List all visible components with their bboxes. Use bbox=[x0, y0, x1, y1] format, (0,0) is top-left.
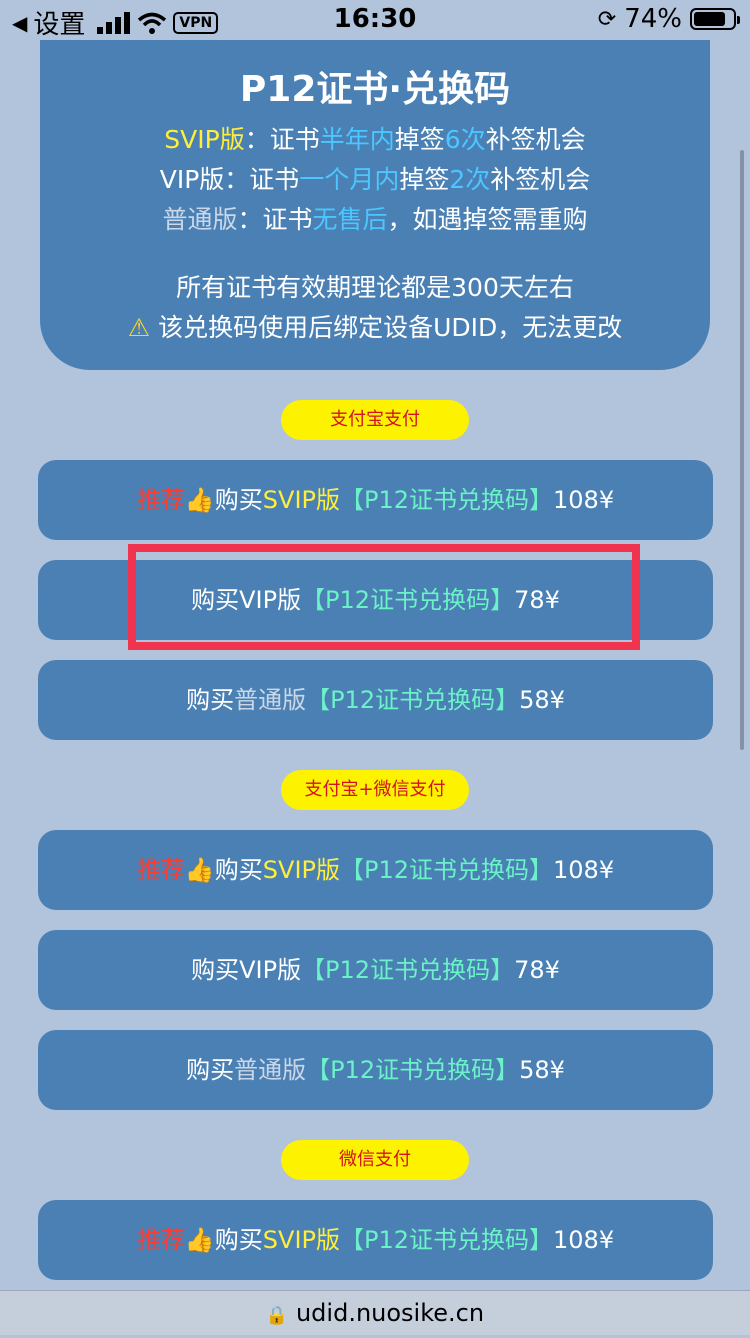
combo-buy-normal-button[interactable]: 购买普通版【P12证书兑换码】58¥ bbox=[38, 1030, 713, 1110]
url-text: udid.nuosike.cn bbox=[295, 1299, 485, 1327]
alipay-buy-normal-button[interactable]: 购买普通版【P12证书兑换码】58¥ bbox=[38, 660, 713, 740]
wechat-buy-svip-button[interactable]: 推荐👍购买SVIP版【P12证书兑换码】108¥ bbox=[38, 1200, 713, 1280]
combo-buy-svip-button[interactable]: 推荐👍购买SVIP版【P12证书兑换码】108¥ bbox=[38, 830, 713, 910]
thumbs-up-icon: 👍 bbox=[184, 486, 215, 514]
status-bar: ◀ 设置 VPN 16:30 ⟳ 74% bbox=[0, 0, 750, 40]
warning-icon: ⚠ bbox=[127, 313, 151, 342]
normal-info-line: 普通版：证书无售后，如遇掉签需重购 bbox=[162, 205, 588, 234]
battery-percent: 74% bbox=[624, 4, 682, 34]
section-label-wechat: 微信支付 bbox=[281, 1140, 469, 1180]
url-bar[interactable]: 🔒 udid.nuosike.cn bbox=[0, 1290, 750, 1335]
page-title: P12证书·兑换码 bbox=[239, 69, 511, 110]
warning-line: ⚠ 该兑换码使用后绑定设备UDID，无法更改 bbox=[127, 313, 623, 342]
section-label-alipay-wechat: 支付宝+微信支付 bbox=[281, 770, 469, 810]
thumbs-up-icon: 👍 bbox=[184, 856, 215, 884]
combo-buy-vip-button[interactable]: 购买VIP版【P12证书兑换码】78¥ bbox=[38, 930, 713, 1010]
section-label-alipay: 支付宝支付 bbox=[281, 400, 469, 440]
svip-info-line: SVIP版：证书半年内掉签6次补签机会 bbox=[164, 125, 586, 154]
scrollbar[interactable] bbox=[740, 150, 744, 750]
battery-icon bbox=[690, 8, 740, 30]
rotation-lock-icon: ⟳ bbox=[597, 6, 617, 32]
vip-info-line: VIP版：证书一个月内掉签2次补签机会 bbox=[159, 165, 591, 194]
thumbs-up-icon: 👍 bbox=[184, 1226, 215, 1254]
lock-icon: 🔒 bbox=[265, 1305, 289, 1326]
info-card: P12证书·兑换码 SVIP版：证书半年内掉签6次补签机会 VIP版：证书一个月… bbox=[40, 40, 710, 370]
highlight-box bbox=[128, 544, 640, 650]
validity-note: 所有证书有效期理论都是300天左右 bbox=[176, 273, 574, 302]
alipay-buy-svip-button[interactable]: 推荐👍购买SVIP版【P12证书兑换码】108¥ bbox=[38, 460, 713, 540]
